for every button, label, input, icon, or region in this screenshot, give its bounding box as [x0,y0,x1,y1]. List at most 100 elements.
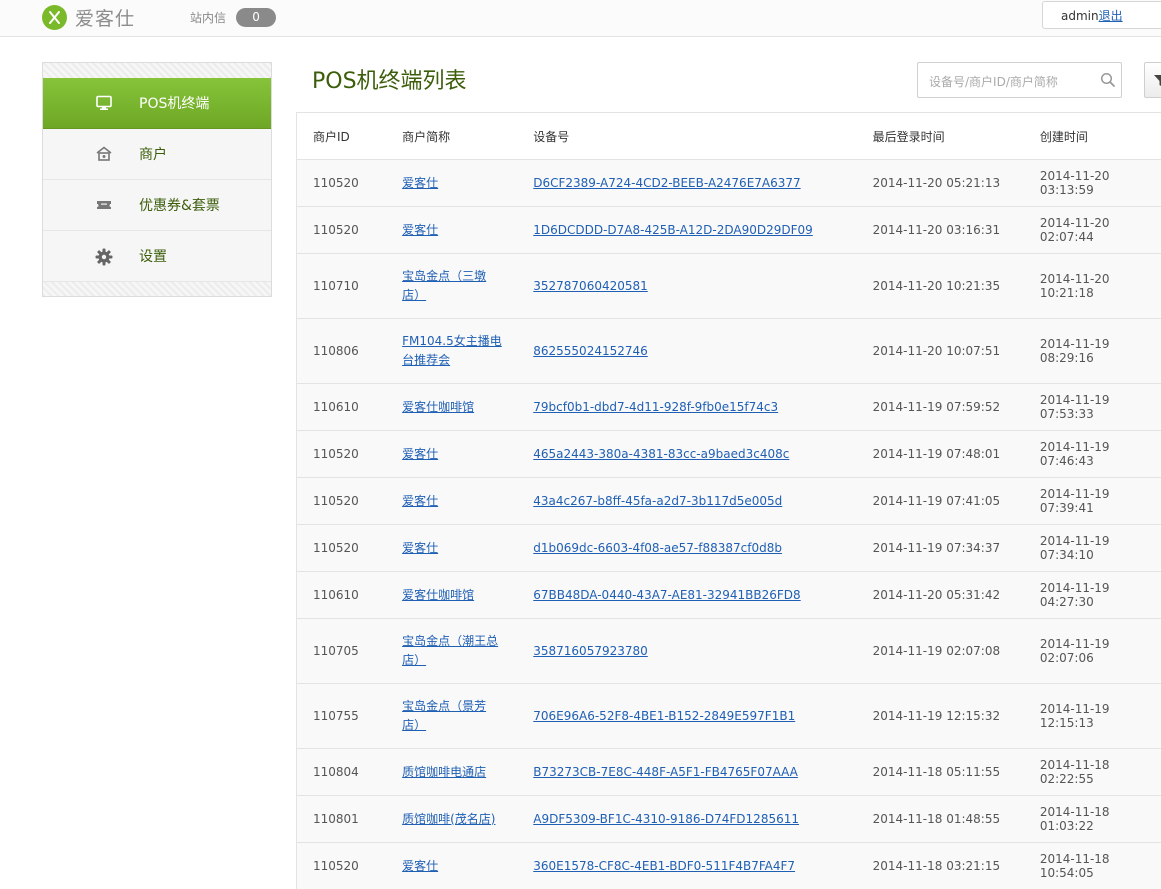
merchant-name-link[interactable]: FM104.5女主播电台推荐会 [402,332,504,370]
created-cell: 2014-11-18 02:22:55 [1040,749,1161,796]
created-cell: 2014-11-18 01:03:22 [1040,796,1161,843]
table-row: 110520 爱客仕 d1b069dc-6603-4f08-ae57-f8838… [297,525,1161,572]
last-login-cell: 2014-11-18 03:21:15 [873,843,1040,889]
merchant-name-link[interactable]: 宝岛金点（景芳店） [402,697,504,735]
created-cell: 2014-11-19 07:53:33 [1040,384,1161,431]
sidebar-top-strip [43,63,271,78]
device-id-link[interactable]: D6CF2389-A724-4CD2-BEEB-A2476E7A6377 [533,176,800,190]
device-id-link[interactable]: 352787060420581 [533,279,648,293]
monitor-icon [95,95,113,111]
table-row: 110520 爱客仕 D6CF2389-A724-4CD2-BEEB-A2476… [297,160,1161,207]
gear-icon [95,248,113,264]
sidebar-item-label: 优惠券&套票 [139,195,220,215]
coupon-icon [95,197,113,213]
created-cell: 2014-11-20 03:13:59 [1040,160,1161,207]
last-login-cell: 2014-11-18 05:11:55 [873,749,1040,796]
column-header-last-login[interactable]: 最后登录时间 [873,113,1040,160]
column-header-created[interactable]: 创建时间 [1040,113,1161,160]
column-header-device-id[interactable]: 设备号 [533,113,872,160]
search-box [917,62,1122,98]
sidebar-item-settings[interactable]: 设置 [43,231,271,282]
device-id-link[interactable]: 706E96A6-52F8-4BE1-B152-2849E597F1B1 [533,709,795,723]
merchant-id-cell: 110610 [297,572,402,619]
table-row: 110806 FM104.5女主播电台推荐会 862555024152746 2… [297,319,1161,384]
table-row: 110520 爱客仕 43a4c267-b8ff-45fa-a2d7-3b117… [297,478,1161,525]
device-id-link[interactable]: 465a2443-380a-4381-83cc-a9baed3c408c [533,447,789,461]
table-row: 110520 爱客仕 360E1578-CF8C-4EB1-BDF0-511F4… [297,843,1161,889]
merchant-name-link[interactable]: 爱客仕咖啡馆 [402,586,504,605]
column-header-merchant-id[interactable]: 商户ID [297,113,402,160]
column-header-merchant-name[interactable]: 商户简称 [402,113,533,160]
device-id-link[interactable]: 360E1578-CF8C-4EB1-BDF0-511F4B7FA4F7 [533,859,795,873]
merchant-name-link[interactable]: 爱客仕 [402,221,504,240]
device-id-link[interactable]: 1D6DCDDD-D7A8-425B-A12D-2DA90D29DF09 [533,223,813,237]
table-row: 110755 宝岛金点（景芳店） 706E96A6-52F8-4BE1-B152… [297,684,1161,749]
last-login-cell: 2014-11-19 12:15:32 [873,684,1040,749]
sidebar-item-label: POS机终端 [139,93,209,113]
table-header-row: 商户ID 商户简称 设备号 最后登录时间 创建时间 [297,113,1161,160]
created-cell: 2014-11-19 07:39:41 [1040,478,1161,525]
table-row: 110705 宝岛金点（潮王总店） 358716057923780 2014-1… [297,619,1161,684]
merchant-id-cell: 110520 [297,431,402,478]
logo[interactable]: 爱客仕 [42,4,135,30]
sidebar-item-coupons[interactable]: 优惠券&套票 [43,180,271,231]
sidebar-item-label: 商户 [139,144,167,164]
created-cell: 2014-11-19 12:15:13 [1040,684,1161,749]
filter-button[interactable] [1144,62,1161,98]
table-row: 110610 爱客仕咖啡馆 79bcf0b1-dbd7-4d11-928f-9f… [297,384,1161,431]
device-id-link[interactable]: d1b069dc-6603-4f08-ae57-f88387cf0d8b [533,541,782,555]
created-cell: 2014-11-19 04:27:30 [1040,572,1161,619]
merchant-id-cell: 110520 [297,478,402,525]
sidebar-item-pos-terminal[interactable]: POS机终端 [43,78,271,129]
device-id-link[interactable]: B73273CB-7E8C-448F-A5F1-FB4765F07AAA [533,765,798,779]
logo-text: 爱客仕 [75,4,135,31]
search-icon[interactable] [1100,72,1116,88]
device-id-link[interactable]: A9DF5309-BF1C-4310-9186-D74FD1285611 [533,812,799,826]
filter-icon [1153,73,1161,93]
created-cell: 2014-11-20 02:07:44 [1040,207,1161,254]
last-login-cell: 2014-11-20 03:16:31 [873,207,1040,254]
last-login-cell: 2014-11-19 02:07:08 [873,619,1040,684]
merchant-id-cell: 110806 [297,319,402,384]
last-login-cell: 2014-11-19 07:41:05 [873,478,1040,525]
page-title: POS机终端列表 [312,63,467,95]
table-row: 110801 质馆咖啡(茂名店) A9DF5309-BF1C-4310-9186… [297,796,1161,843]
logout-link[interactable]: 退出 [1099,9,1123,23]
merchant-id-cell: 110710 [297,254,402,319]
merchant-id-cell: 110804 [297,749,402,796]
device-id-link[interactable]: 67BB48DA-0440-43A7-AE81-32941BB26FD8 [533,588,800,602]
table-row: 110710 宝岛金点（三墩店） 352787060420581 2014-11… [297,254,1161,319]
device-id-link[interactable]: 862555024152746 [533,344,648,358]
created-cell: 2014-11-19 07:46:43 [1040,431,1161,478]
last-login-cell: 2014-11-20 05:31:42 [873,572,1040,619]
search-input[interactable] [927,72,1096,92]
last-login-cell: 2014-11-20 05:21:13 [873,160,1040,207]
merchant-name-link[interactable]: 质馆咖啡(茂名店) [402,810,504,829]
logo-icon [42,5,67,30]
device-id-link[interactable]: 43a4c267-b8ff-45fa-a2d7-3b117d5e005d [533,494,782,508]
sidebar-bottom-strip [43,282,271,296]
merchant-name-link[interactable]: 爱客仕咖啡馆 [402,398,504,417]
table-row: 110520 爱客仕 465a2443-380a-4381-83cc-a9bae… [297,431,1161,478]
merchant-name-link[interactable]: 爱客仕 [402,857,504,876]
merchant-name-link[interactable]: 爱客仕 [402,445,504,464]
merchant-name-link[interactable]: 爱客仕 [402,174,504,193]
sidebar-item-merchant[interactable]: 商户 [43,129,271,180]
merchant-name-link[interactable]: 宝岛金点（潮王总店） [402,632,504,670]
device-id-link[interactable]: 358716057923780 [533,644,648,658]
table-row: 110520 爱客仕 1D6DCDDD-D7A8-425B-A12D-2DA90… [297,207,1161,254]
merchant-name-link[interactable]: 爱客仕 [402,539,504,558]
device-id-link[interactable]: 79bcf0b1-dbd7-4d11-928f-9fb0e15f74c3 [533,400,778,414]
merchant-id-cell: 110705 [297,619,402,684]
merchant-id-cell: 110520 [297,160,402,207]
sidebar: POS机终端 商户 优惠券&套票 [42,62,272,297]
merchant-name-link[interactable]: 质馆咖啡电通店 [402,763,504,782]
inbox-count-badge[interactable]: 0 [236,8,276,27]
last-login-cell: 2014-11-19 07:48:01 [873,431,1040,478]
merchant-name-link[interactable]: 爱客仕 [402,492,504,511]
inbox[interactable]: 站内信 0 [190,8,276,27]
created-cell: 2014-11-19 02:07:06 [1040,619,1161,684]
merchant-name-link[interactable]: 宝岛金点（三墩店） [402,267,504,305]
username: admin [1061,9,1099,23]
merchant-id-cell: 110520 [297,525,402,572]
